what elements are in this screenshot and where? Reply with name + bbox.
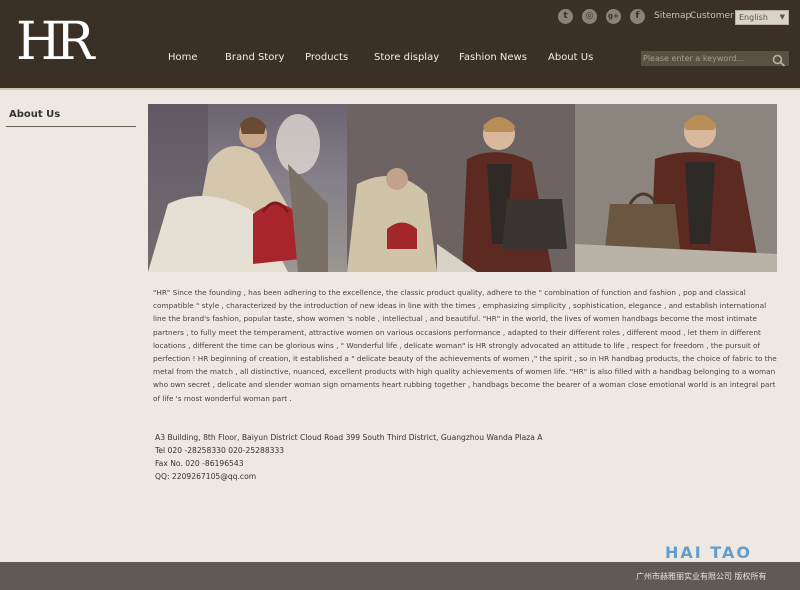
about-paragraph: "HR" Since the founding , has been adher… — [153, 288, 777, 403]
customer-link[interactable]: Customer — [690, 11, 734, 21]
footer-copyright: 广州市赫雅丽实业有限公司 版权所有 — [636, 572, 767, 581]
banner-photo-woman — [148, 104, 347, 272]
header-divider — [0, 88, 800, 90]
sitemap-link[interactable]: Sitemap — [654, 11, 691, 21]
haitao-watermark: HAI TAO — [665, 543, 752, 562]
nav-products[interactable]: Products — [305, 52, 348, 63]
nav-about-us[interactable]: About Us — [548, 52, 593, 63]
nav-brand-story[interactable]: Brand Story — [225, 52, 284, 63]
instagram-icon[interactable]: ◎ — [582, 9, 597, 24]
sidebar-divider — [6, 126, 136, 127]
search-icon[interactable] — [772, 52, 786, 67]
banner-photo-man — [575, 104, 777, 272]
google-plus-icon[interactable]: g+ — [606, 9, 621, 24]
sidebar-title[interactable]: About Us — [9, 109, 60, 120]
search-bar — [641, 51, 789, 67]
contact-qq: QQ: 2209267105@qq.com — [155, 472, 257, 481]
language-select[interactable]: English ▼ — [735, 10, 789, 25]
chevron-down-icon: ▼ — [779, 13, 785, 21]
banner-photo-couple — [347, 104, 575, 272]
search-input[interactable] — [641, 51, 769, 66]
language-selected-value: English — [739, 13, 768, 22]
contact-tel: Tel 020 -28258330 020-25288333 — [155, 446, 285, 455]
nav-store-display[interactable]: Store display — [374, 52, 439, 63]
contact-fax: Fax No. 020 -86196543 — [155, 459, 244, 468]
contact-address: A3 Building, 8th Floor, Baiyun District … — [155, 433, 543, 442]
nav-home[interactable]: Home — [168, 52, 198, 63]
nav-fashion-news[interactable]: Fashion News — [459, 52, 527, 63]
twitter-icon[interactable]: t — [558, 9, 573, 24]
banner-image — [148, 104, 777, 272]
hr-logo[interactable]: HR — [16, 14, 95, 70]
facebook-icon[interactable]: f — [630, 9, 645, 24]
